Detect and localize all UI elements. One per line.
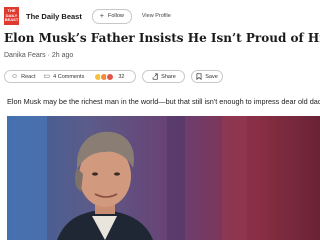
source-header: THE DAILY BEAST The Daily Beast + Follow… (4, 6, 171, 26)
smiley-icon: ☺ (11, 73, 19, 80)
plus-icon: + (99, 12, 104, 20)
save-label: Save (205, 73, 218, 80)
view-profile-link[interactable]: View Profile (142, 13, 171, 19)
publish-time: 2h ago (51, 52, 74, 59)
reaction-count: 32 (118, 73, 125, 80)
bookmark-icon (196, 73, 202, 80)
react-button[interactable]: React (21, 74, 35, 80)
share-label: Share (161, 73, 176, 80)
portrait-photo (7, 116, 320, 240)
follow-label: Follow (107, 13, 124, 19)
comments-button[interactable]: 4 Comments (53, 74, 84, 80)
share-button[interactable]: Share (142, 70, 185, 83)
author-name[interactable]: Danika Fears (4, 52, 46, 59)
article-actions: ☺ React ▭ 4 Comments 32 Share Save (4, 70, 223, 83)
heart-emoji-icon (106, 72, 115, 81)
comment-icon: ▭ (43, 73, 51, 80)
source-name[interactable]: The Daily Beast (26, 12, 82, 21)
byline: Danika Fears · 2h ago (4, 52, 73, 59)
save-button[interactable]: Save (191, 70, 223, 83)
follow-button[interactable]: + Follow (91, 8, 132, 24)
share-icon (152, 73, 158, 80)
reaction-emojis[interactable] (94, 72, 115, 81)
article-hero-image[interactable] (7, 116, 320, 240)
react-comments-bar: ☺ React ▭ 4 Comments 32 (4, 70, 136, 83)
daily-beast-logo[interactable]: THE DAILY BEAST (4, 7, 19, 25)
logo-line-3: BEAST (4, 17, 19, 23)
article-title: Elon Musk’s Father Insists He Isn’t Prou… (4, 31, 320, 45)
article-lede: Elon Musk may be the richest man in the … (7, 97, 320, 106)
